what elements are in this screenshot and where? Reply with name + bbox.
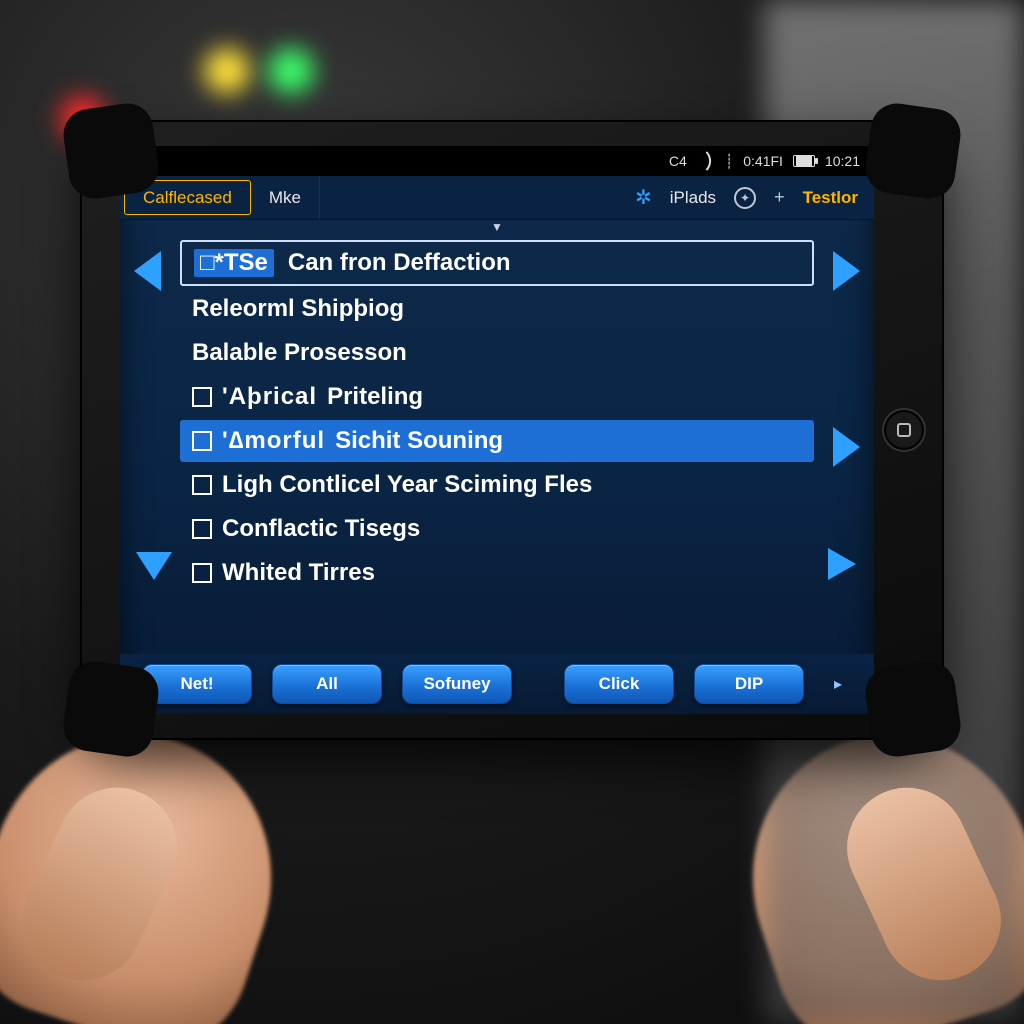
- nav-right-arrow[interactable]: [818, 246, 868, 296]
- item-label: Sichit Souning: [335, 427, 503, 455]
- sofuney-button[interactable]: Sofuney: [402, 664, 512, 704]
- tab-label: Mke: [269, 188, 301, 208]
- item-label: Can fron Deffaction: [288, 249, 511, 277]
- item-label: Releorml Shipþiog: [192, 295, 404, 323]
- next-small-arrow[interactable]: ▸: [824, 664, 852, 704]
- case-corner: [60, 100, 162, 202]
- btn-label: Sofuney: [423, 674, 490, 694]
- btn-label: Net!: [180, 674, 213, 694]
- home-button[interactable]: [882, 408, 926, 452]
- status-time-1: 0:41FI: [743, 153, 783, 169]
- btn-label: Click: [599, 674, 640, 694]
- item-label: Conflactic Tisegs: [222, 515, 420, 543]
- list-item[interactable]: '∆morful Sichit Souning: [180, 420, 814, 462]
- tab-mke[interactable]: Mke: [251, 176, 320, 219]
- tab-iplads[interactable]: iPlads: [670, 188, 716, 208]
- list-item[interactable]: Conflactic Tisegs: [180, 508, 814, 550]
- checkbox-icon[interactable]: [192, 431, 212, 451]
- dip-button[interactable]: DIP: [694, 664, 804, 704]
- tab-testlor[interactable]: Testlor: [803, 188, 858, 208]
- item-label: Balable Prosesson: [192, 339, 407, 367]
- nav-play-right[interactable]: [818, 542, 862, 586]
- all-button[interactable]: All: [272, 664, 382, 704]
- case-corner: [60, 658, 162, 760]
- thumb-left: [3, 768, 196, 1000]
- btn-label: All: [316, 674, 338, 694]
- status-time-2: 10:21: [825, 153, 860, 169]
- item-label: Whited Tirres: [222, 559, 375, 587]
- item-prefix: □*TSe: [194, 249, 274, 277]
- signal-label: C4: [669, 153, 687, 169]
- button-bar: Net! All Sofuney Click DIP ▸: [120, 654, 874, 714]
- battery-icon: [793, 155, 815, 167]
- tab-label: Calflecased: [143, 188, 232, 208]
- plus-icon[interactable]: +: [774, 187, 785, 208]
- nav-right-arrow-2[interactable]: [818, 422, 868, 472]
- checkbox-icon[interactable]: [192, 563, 212, 583]
- nav-left-arrow[interactable]: [126, 246, 176, 296]
- checkbox-icon[interactable]: [192, 519, 212, 539]
- net-button[interactable]: Net!: [142, 664, 252, 704]
- item-label: Ligh Contlicel Year Sciming Fles: [222, 471, 592, 499]
- menu-list: □*TSe Can fron Deffaction Releorml Shipþio…: [180, 240, 814, 594]
- bg-light-yellow: [204, 48, 250, 94]
- list-item[interactable]: 'Aþrical Priteling: [180, 376, 814, 418]
- sep-icon: ┊: [725, 153, 733, 170]
- item-prefix: '∆morful: [222, 427, 325, 455]
- list-item[interactable]: Balable Prosesson: [180, 332, 814, 374]
- wifi-icon: [697, 154, 715, 168]
- btn-label: DIP: [735, 674, 763, 694]
- spark-icon[interactable]: ✲: [635, 185, 652, 210]
- bg-light-green: [268, 48, 314, 94]
- checkbox-icon[interactable]: [192, 387, 212, 407]
- main-area: □*TSe Can fron Deffaction Releorml Shipþio…: [120, 232, 874, 654]
- item-label: Priteling: [327, 383, 423, 411]
- list-item[interactable]: Ligh Contlicel Year Sciming Fles: [180, 464, 814, 506]
- checkbox-icon[interactable]: [192, 475, 212, 495]
- tab-bar: Calflecased Mke ✲ iPlads ✦ + Testlor: [120, 176, 874, 220]
- click-button[interactable]: Click: [564, 664, 674, 704]
- status-bar: ☍ C4 ┊ 0:41FI 10:21: [120, 146, 874, 176]
- dropdown-caret-icon[interactable]: ▼: [120, 220, 874, 232]
- target-icon[interactable]: ✦: [734, 187, 756, 209]
- list-item[interactable]: Releorml Shipþiog: [180, 288, 814, 330]
- item-prefix: 'Aþrical: [222, 383, 317, 411]
- nav-down-left[interactable]: [132, 542, 176, 586]
- list-item[interactable]: Whited Tirres: [180, 552, 814, 594]
- list-item[interactable]: □*TSe Can fron Deffaction: [180, 240, 814, 286]
- screen: ☍ C4 ┊ 0:41FI 10:21 Calflecased Mke ✲ iP…: [120, 146, 874, 714]
- tablet-device: ☍ C4 ┊ 0:41FI 10:21 Calflecased Mke ✲ iP…: [80, 120, 944, 740]
